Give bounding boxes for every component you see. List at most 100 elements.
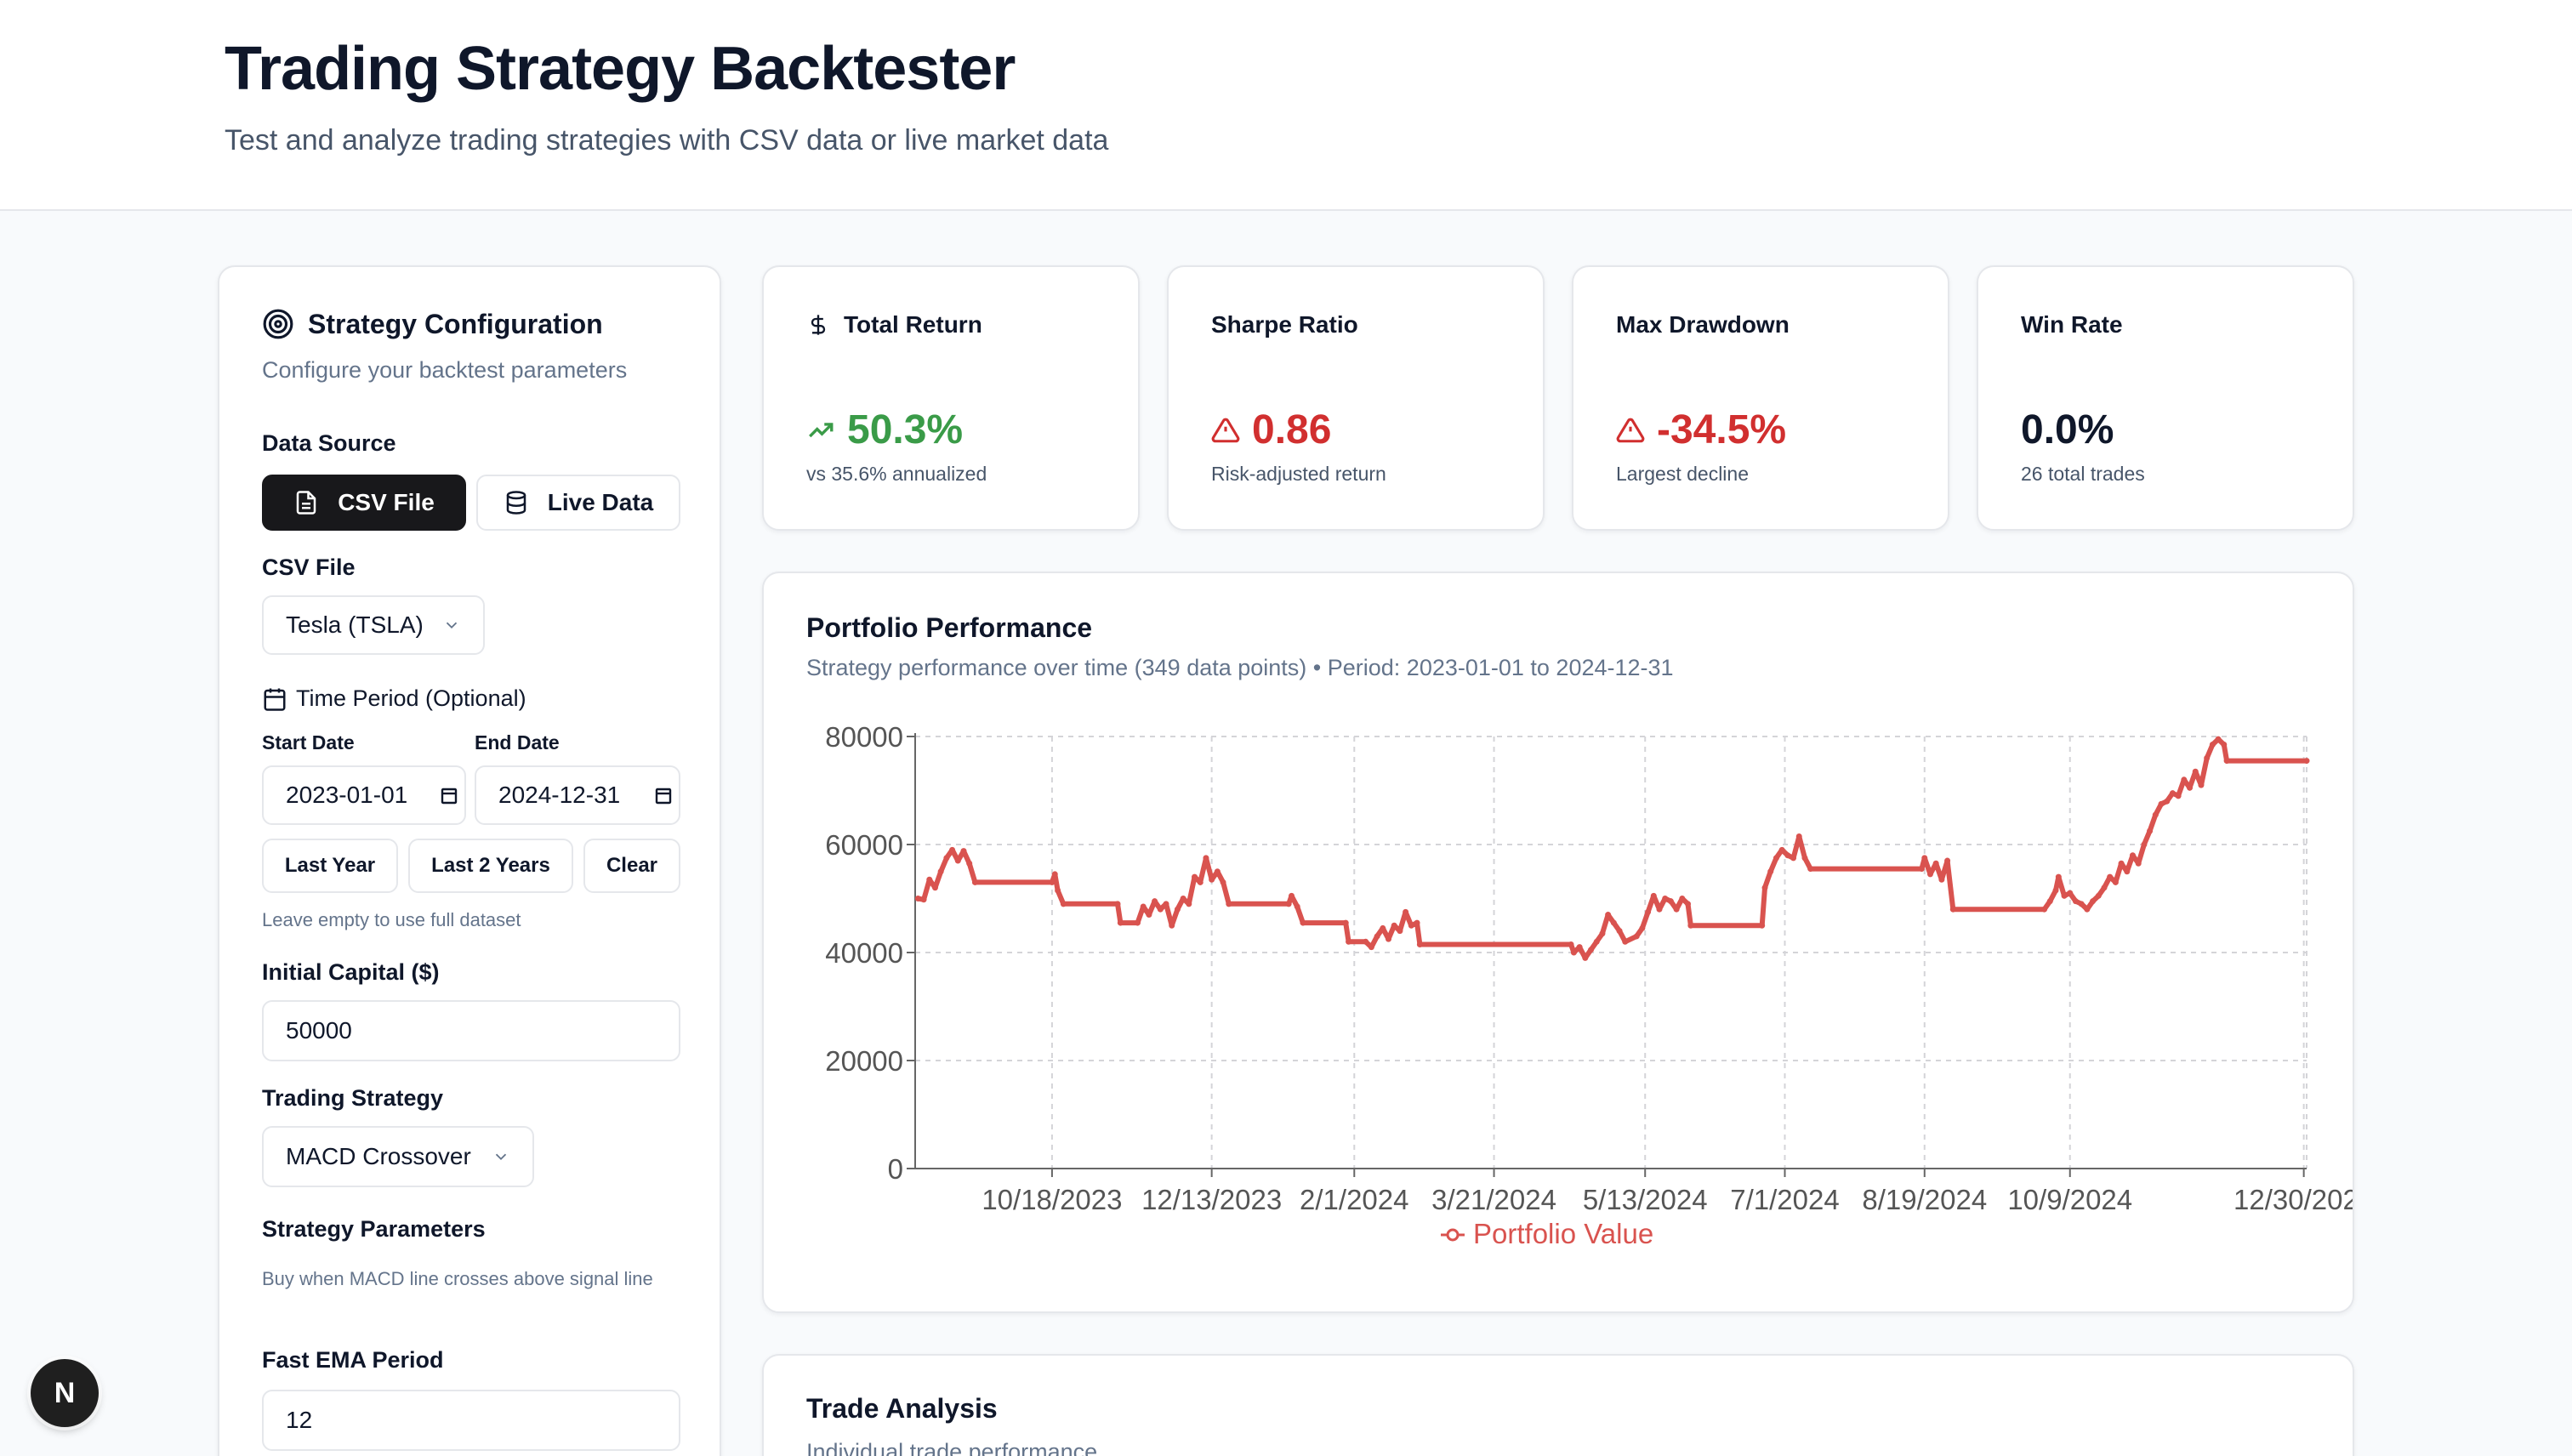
csv-file-button[interactable]: CSV File <box>262 475 466 531</box>
clear-dates-button[interactable]: Clear <box>583 839 680 893</box>
config-title: Strategy Configuration <box>262 308 603 340</box>
data-point <box>2046 898 2053 905</box>
last-2-years-button[interactable]: Last 2 Years <box>408 839 573 893</box>
legend-label: Portfolio Value <box>1473 1218 1653 1249</box>
data-point <box>2084 906 2091 913</box>
data-point <box>1605 912 1612 919</box>
csv-file-select-value: Tesla (TSLA) <box>286 611 424 638</box>
data-point <box>1197 879 1203 885</box>
nextjs-dev-badge[interactable]: N <box>31 1359 99 1427</box>
warning-icon <box>1616 418 1645 442</box>
start-date-input[interactable]: 2023-01-01 <box>262 765 466 825</box>
legend-marker <box>1446 1228 1460 1242</box>
data-point <box>2135 860 2142 867</box>
data-point <box>1134 919 1141 926</box>
data-point <box>949 846 956 853</box>
live-data-button[interactable]: Live Data <box>476 475 680 531</box>
data-point <box>1679 896 1686 901</box>
metric-card-max-drawdown: Max Drawdown -34.5% Largest decline <box>1572 265 1949 531</box>
data-point <box>1778 846 1785 853</box>
calendar-picker-icon[interactable] <box>653 785 674 805</box>
file-icon <box>296 491 316 515</box>
initial-capital-value: 50000 <box>286 1017 352 1044</box>
data-point <box>1157 906 1164 913</box>
data-point <box>2072 898 2079 905</box>
data-point <box>1169 922 1175 929</box>
chevron-down-icon <box>446 622 458 629</box>
metric-value-text: -34.5% <box>1657 407 1787 452</box>
data-point <box>1174 906 1181 913</box>
data-point <box>931 884 938 891</box>
calendar-picker-icon[interactable] <box>439 785 459 805</box>
data-point <box>2192 768 2199 775</box>
metric-subtext: vs 35.6% annualized <box>806 463 987 485</box>
data-point <box>2130 852 2136 859</box>
metric-value-text: 0.86 <box>1252 407 1332 452</box>
fast-ema-input[interactable]: 12 <box>262 1390 680 1451</box>
data-point <box>1570 949 1577 956</box>
data-point <box>2223 758 2230 765</box>
data-point <box>1416 941 1423 947</box>
fast-ema-value: 12 <box>286 1407 313 1433</box>
data-point <box>2067 890 2074 896</box>
x-tick-label: 10/9/2024 <box>2007 1184 2132 1215</box>
data-point <box>2107 873 2114 880</box>
metric-title: Max Drawdown <box>1616 311 1790 338</box>
data-point <box>2221 742 2228 748</box>
initial-capital-input[interactable]: 50000 <box>262 1000 680 1061</box>
data-point <box>2112 879 2119 885</box>
data-point <box>1049 879 1056 885</box>
data-point <box>1220 879 1226 885</box>
end-date-input[interactable]: 2024-12-31 <box>475 765 680 825</box>
data-point <box>1667 898 1674 905</box>
data-point <box>1662 896 1669 901</box>
data-point <box>1687 922 1694 929</box>
data-point <box>1801 855 1808 862</box>
trending-up-icon <box>809 422 834 437</box>
data-point <box>1146 912 1152 919</box>
data-point <box>2095 892 2102 899</box>
data-point <box>2209 742 2216 748</box>
metric-title: Sharpe Ratio <box>1211 311 1358 338</box>
x-tick-label: 7/1/2024 <box>1730 1184 1839 1215</box>
data-point <box>1300 919 1306 926</box>
data-point <box>1226 901 1232 907</box>
portfolio-chart: 0 20000 40000 60000 80000 10/18/2023 12/13/202… <box>825 721 2353 1249</box>
dollar-icon <box>811 315 826 335</box>
x-tick-label: 12/30/2024 <box>2233 1184 2353 1215</box>
data-point <box>1790 855 1797 862</box>
end-date-label: End Date <box>475 731 560 754</box>
x-tick-label: 8/19/2024 <box>1862 1184 1987 1215</box>
csv-file-select[interactable]: Tesla (TSLA) <box>262 595 485 655</box>
data-point <box>2198 782 2205 788</box>
data-point <box>2124 868 2131 875</box>
metric-value-text: 50.3% <box>847 407 964 452</box>
y-tick-label: 60000 <box>825 829 903 861</box>
data-point <box>1294 903 1300 910</box>
data-point <box>1582 954 1589 961</box>
data-point <box>1203 855 1209 862</box>
page-title: Trading Strategy Backtester <box>225 35 1016 103</box>
data-point <box>1921 855 1928 862</box>
data-point <box>1403 908 1409 915</box>
strategy-config-panel: Strategy Configuration Configure your ba… <box>218 265 721 1456</box>
data-point <box>1645 908 1652 915</box>
data-point <box>1342 919 1349 926</box>
metric-subtext: Largest decline <box>1616 463 1749 485</box>
chevron-down-icon <box>495 1153 507 1161</box>
data-point <box>2118 860 2125 867</box>
data-point <box>1386 936 1392 942</box>
data-point <box>2152 811 2159 818</box>
data-point <box>1650 892 1657 899</box>
x-tick-label: 5/13/2024 <box>1583 1184 1708 1215</box>
data-point <box>960 848 967 855</box>
data-source-label: Data Source <box>262 430 396 456</box>
warning-icon <box>1211 418 1240 442</box>
data-point <box>1152 898 1158 905</box>
data-point <box>1568 941 1574 947</box>
metric-value: 50.3% <box>806 407 963 453</box>
last-year-button[interactable]: Last Year <box>262 839 398 893</box>
trading-strategy-select[interactable]: MACD Crossover <box>262 1126 534 1187</box>
data-point <box>1932 860 1939 867</box>
data-point <box>2052 887 2059 894</box>
